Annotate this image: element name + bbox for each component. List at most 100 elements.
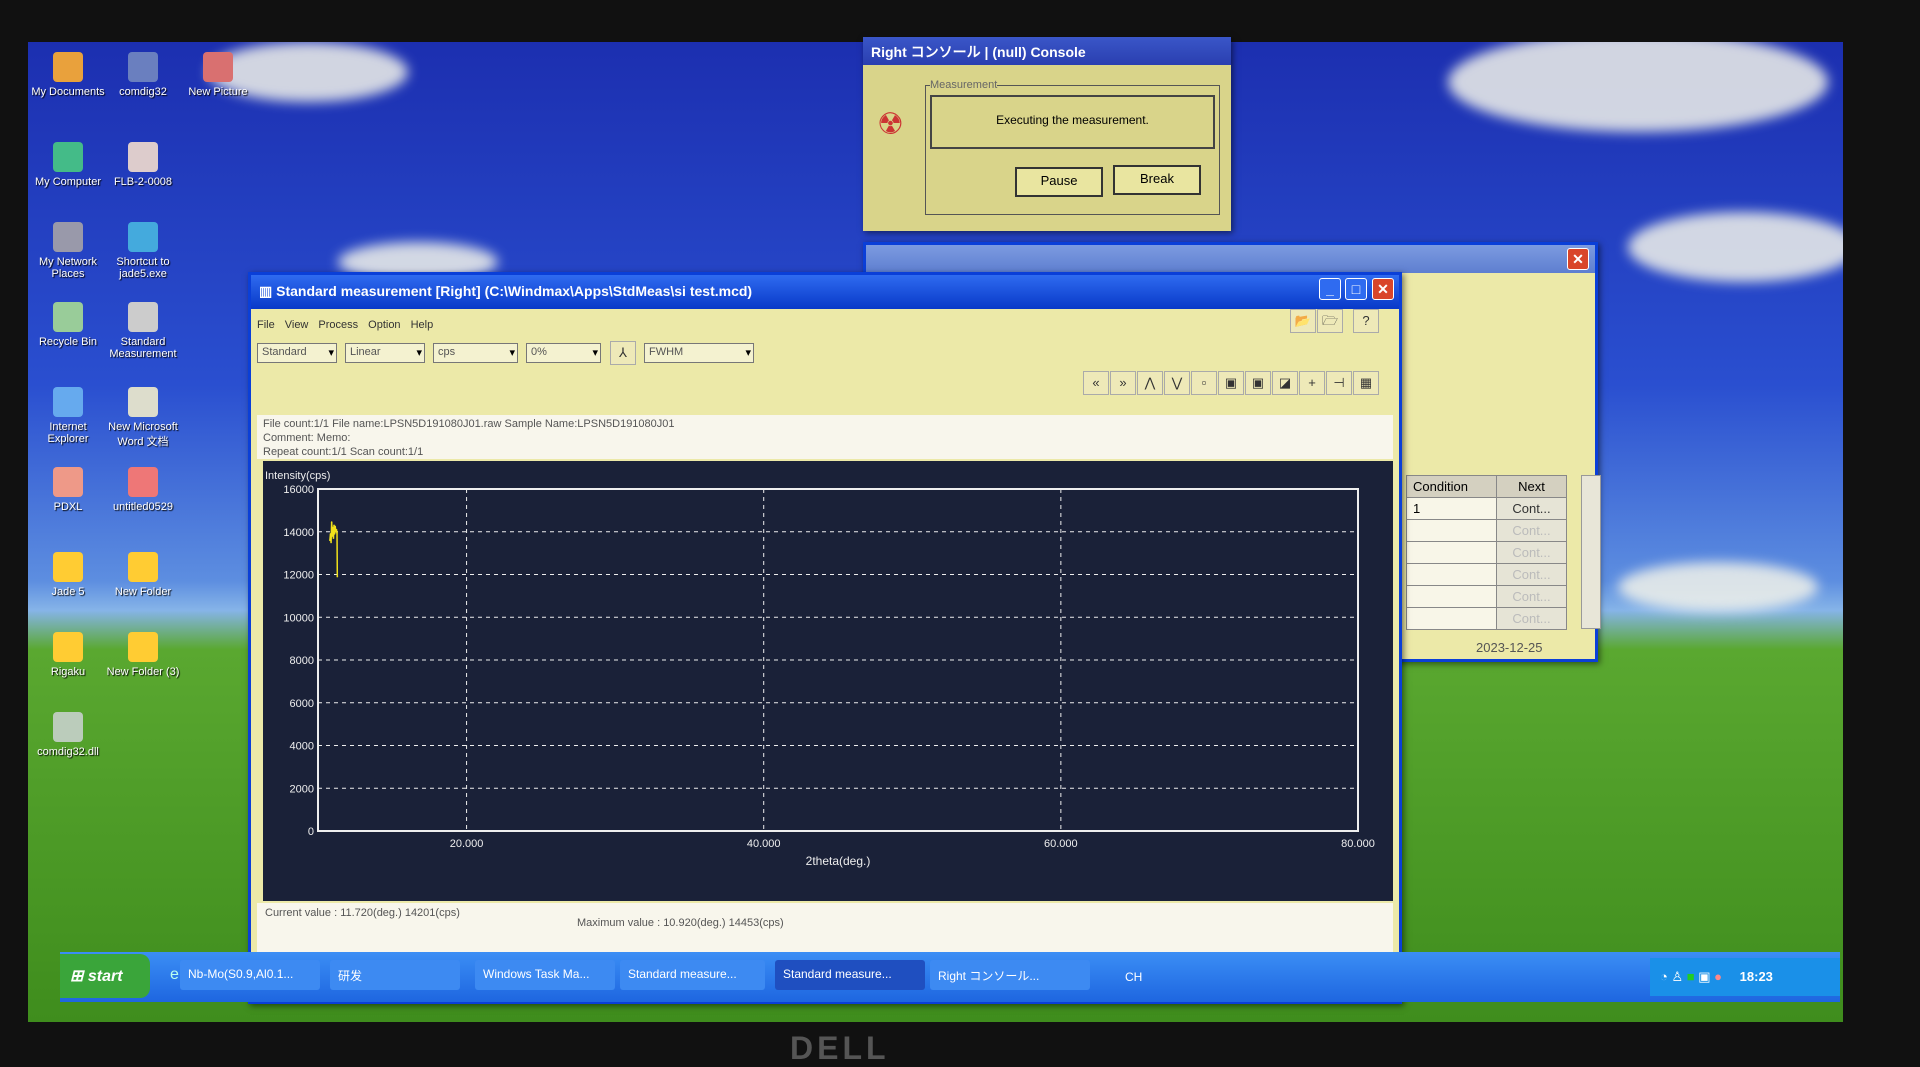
marker-icon[interactable]: ⊣ — [1326, 371, 1352, 395]
condition-cell — [1406, 519, 1497, 542]
desktop-icon-image — [53, 302, 83, 332]
cont-button[interactable]: Cont... — [1496, 497, 1567, 520]
user-icon[interactable]: ♙ — [1671, 969, 1683, 984]
desktop-icon[interactable]: New Microsoft Word 文档 — [103, 387, 183, 449]
open-folder-icon[interactable]: 📂 — [1290, 309, 1316, 333]
windows-logo-icon: ⊞ — [70, 968, 88, 985]
desktop-icon-image — [128, 302, 158, 332]
cont-button[interactable]: Cont... — [1496, 585, 1567, 608]
maximize-button[interactable]: □ — [1345, 278, 1367, 300]
data-point — [329, 539, 331, 542]
y-tick-label: 4000 — [290, 741, 314, 753]
maximum-value: Maximum value : 10.920(deg.) 14453(cps) — [577, 917, 784, 929]
menu-item[interactable]: Help — [411, 319, 434, 331]
info-panel: File count:1/1 File name:LPSN5D191080J01… — [257, 415, 1393, 459]
taskbar-item[interactable]: Windows Task Ma... — [475, 960, 615, 990]
scale-up-icon[interactable]: ⋀ — [1137, 371, 1163, 395]
desktop-icon[interactable]: PDXL — [28, 467, 108, 513]
y-tick-label: 2000 — [290, 783, 314, 795]
desktop-icon-image — [53, 222, 83, 252]
close-button[interactable]: ✕ — [1567, 248, 1589, 270]
desktop-icon[interactable]: Jade 5 — [28, 552, 108, 598]
grid-icon[interactable]: ▦ — [1353, 371, 1379, 395]
square-icon[interactable]: ▫ — [1191, 371, 1217, 395]
desktop-icon[interactable]: My Computer — [28, 142, 108, 188]
peak-icon[interactable]: ⅄ — [610, 341, 636, 365]
scale-down-icon[interactable]: ⋁ — [1164, 371, 1190, 395]
desktop-icon[interactable]: New Folder (3) — [103, 632, 183, 678]
save-folder-icon[interactable]: 🗁 — [1317, 309, 1343, 333]
desktop-icon[interactable]: comdig32 — [103, 52, 183, 98]
taskbar-item[interactable]: Nb-Mo(S0.9,Al0.1... — [180, 960, 320, 990]
clock: 18:23 — [1739, 969, 1773, 984]
intensity-chart: 0 2000 4000 6000 8000 10000 12000 14000 16000 20.… — [263, 461, 1393, 901]
desktop-icon[interactable]: untitled0529 — [103, 467, 183, 513]
cont-button[interactable]: Cont... — [1496, 607, 1567, 630]
security-icon[interactable]: ● — [1714, 969, 1722, 984]
table-row: Cont... — [1406, 563, 1567, 586]
taskbar-item[interactable]: Right コンソール... — [930, 960, 1090, 990]
cont-button[interactable]: Cont... — [1496, 541, 1567, 564]
zoom-fit-icon[interactable]: ▣ — [1245, 371, 1271, 395]
y-tick-label: 0 — [308, 826, 314, 838]
cont-button[interactable]: Cont... — [1496, 519, 1567, 542]
condition-cell: 1 — [1406, 497, 1497, 520]
prev-icon[interactable]: « — [1083, 371, 1109, 395]
app-tray-icon[interactable]: ▣ — [1698, 969, 1710, 984]
desktop-icon[interactable]: New Picture — [178, 52, 258, 98]
desktop-icon[interactable]: Shortcut to jade5.exe — [103, 222, 183, 280]
file-info: File count:1/1 File name:LPSN5D191080J01… — [263, 418, 675, 430]
desktop-icon-image — [53, 712, 83, 742]
x-tick-label: 20.000 — [450, 838, 484, 850]
taskbar-item[interactable]: Standard measure... — [620, 960, 765, 990]
help-icon[interactable]: ? — [1353, 309, 1379, 333]
desktop-icon-image — [128, 552, 158, 582]
y-tick-label: 14000 — [283, 527, 314, 539]
zoom-box-icon[interactable]: ▣ — [1218, 371, 1244, 395]
menu-item[interactable]: File — [257, 319, 275, 331]
table-row: 1 Cont... — [1406, 497, 1567, 520]
data-point — [336, 532, 338, 534]
combo-box[interactable]: 0% — [526, 342, 601, 363]
menu-item[interactable]: View — [285, 319, 309, 331]
console-dialog: Right コンソール | (null) Console ☢ Measureme… — [863, 37, 1231, 231]
desktop-icon[interactable]: Rigaku — [28, 632, 108, 678]
combo-box[interactable]: Standard — [257, 342, 337, 363]
desktop-icon[interactable]: My Network Places — [28, 222, 108, 280]
scrollbar[interactable] — [1581, 475, 1601, 629]
ie-quicklaunch-icon[interactable]: e — [170, 966, 179, 984]
desktop-icon[interactable]: Recycle Bin — [28, 302, 108, 348]
menu-item[interactable]: Process — [318, 319, 358, 331]
desktop-icon[interactable]: New Folder — [103, 552, 183, 598]
taskbar-item[interactable]: Standard measure... — [775, 960, 925, 990]
desktop-icon[interactable]: FLB-2-0008 — [103, 142, 183, 188]
minimize-button[interactable]: _ — [1319, 278, 1341, 300]
main-window: ▥ Standard measurement [Right] (C:\Windm… — [248, 272, 1402, 1004]
desktop-icon[interactable]: My Documents — [28, 52, 108, 98]
date-field: 2023-12-25 — [1476, 640, 1543, 655]
language-indicator[interactable]: CH — [1125, 970, 1142, 984]
combo-box[interactable]: Linear — [345, 342, 425, 363]
condition-cell — [1406, 541, 1497, 564]
start-button[interactable]: ⊞ start — [60, 954, 150, 998]
next-icon[interactable]: » — [1110, 371, 1136, 395]
combo-box[interactable]: cps — [433, 342, 518, 363]
network-icon[interactable]: ◔ — [1660, 969, 1668, 984]
cursor-plus-icon[interactable]: + — [1299, 371, 1325, 395]
data-point — [331, 535, 334, 537]
taskbar-item[interactable]: 研发 — [330, 960, 460, 990]
desktop-icon[interactable]: Standard Measurement — [103, 302, 183, 360]
data-point — [332, 537, 335, 539]
header-condition: Condition — [1406, 475, 1497, 498]
menu-item[interactable]: Option — [368, 319, 400, 331]
green-tray-icon[interactable]: ■ — [1687, 969, 1695, 984]
break-button[interactable]: Break — [1113, 165, 1201, 195]
top-toolbar: 📂 🗁? — [1289, 309, 1379, 333]
combo-box[interactable]: FWHM — [644, 342, 754, 363]
desktop-icon[interactable]: comdig32.dll — [28, 712, 108, 758]
pause-button[interactable]: Pause — [1015, 167, 1103, 197]
zoom-region-icon[interactable]: ◪ — [1272, 371, 1298, 395]
close-button[interactable]: ✕ — [1372, 278, 1394, 300]
desktop-icon[interactable]: Internet Explorer — [28, 387, 108, 445]
cont-button[interactable]: Cont... — [1496, 563, 1567, 586]
